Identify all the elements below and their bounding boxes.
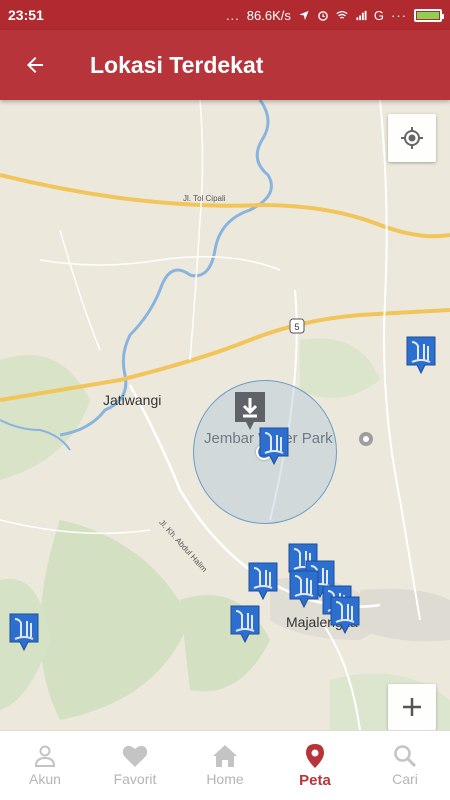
water-park-marker-icon[interactable] [330, 596, 360, 634]
download-pin-icon[interactable] [233, 390, 267, 432]
status-bar: 23:51 ... 86.6K/s G ··· [0, 0, 450, 30]
home-icon [213, 745, 237, 767]
wifi-icon [336, 10, 348, 19]
my-location-button[interactable] [388, 114, 436, 162]
nav-label: Peta [299, 771, 331, 789]
notification-dots: ... [225, 7, 240, 23]
arrow-back-icon [27, 57, 43, 73]
carrier-letter: G [373, 7, 384, 23]
person-icon [34, 745, 56, 767]
nav-item-favorit[interactable]: Favorit [90, 731, 180, 800]
status-icons: ... 86.6K/s G ··· [225, 7, 444, 23]
nav-label: Favorit [113, 771, 157, 787]
road-label-toll: Jl. Tol Cipali [183, 194, 226, 203]
map-view[interactable]: 5 Jatiwangi Jembar Water Park Majalengka… [0, 100, 450, 730]
search-icon [394, 745, 417, 768]
nav-item-home[interactable]: Home [180, 731, 270, 800]
nav-item-cari[interactable]: Cari [360, 731, 450, 800]
nav-item-peta[interactable]: Peta [270, 731, 360, 800]
bottom-navigation: Akun Favorit Home Peta Cari [0, 730, 450, 800]
back-button[interactable] [0, 30, 70, 100]
signal-icon [356, 10, 367, 20]
battery-icon [414, 8, 444, 22]
heart-icon [122, 745, 148, 767]
network-speed: 86.6K/s [246, 7, 291, 23]
more-dots: ··· [391, 7, 407, 23]
location-arrow-icon [299, 10, 309, 20]
zoom-in-button[interactable] [388, 684, 436, 730]
water-park-marker-icon[interactable] [406, 336, 436, 374]
nav-label: Home [206, 771, 244, 787]
app-bar: Lokasi Terdekat [0, 30, 450, 100]
water-park-marker-icon[interactable] [9, 613, 39, 651]
map-pin-icon [306, 743, 324, 768]
water-park-marker-icon[interactable] [248, 562, 278, 600]
nav-label: Cari [392, 771, 418, 787]
map-label-jatiwangi: Jatiwangi [103, 392, 162, 408]
nav-label: Akun [29, 771, 61, 787]
alarm-icon [318, 10, 328, 21]
page-title: Lokasi Terdekat [90, 51, 264, 78]
water-park-marker-icon[interactable] [289, 570, 319, 608]
route-shield-text: 5 [294, 322, 299, 332]
plus-icon [403, 698, 421, 716]
water-park-marker-icon[interactable] [259, 427, 289, 465]
crosshair-icon [401, 127, 423, 149]
status-time: 23:51 [8, 7, 44, 23]
nav-item-akun[interactable]: Akun [0, 731, 90, 800]
water-park-marker-icon[interactable] [230, 605, 260, 643]
